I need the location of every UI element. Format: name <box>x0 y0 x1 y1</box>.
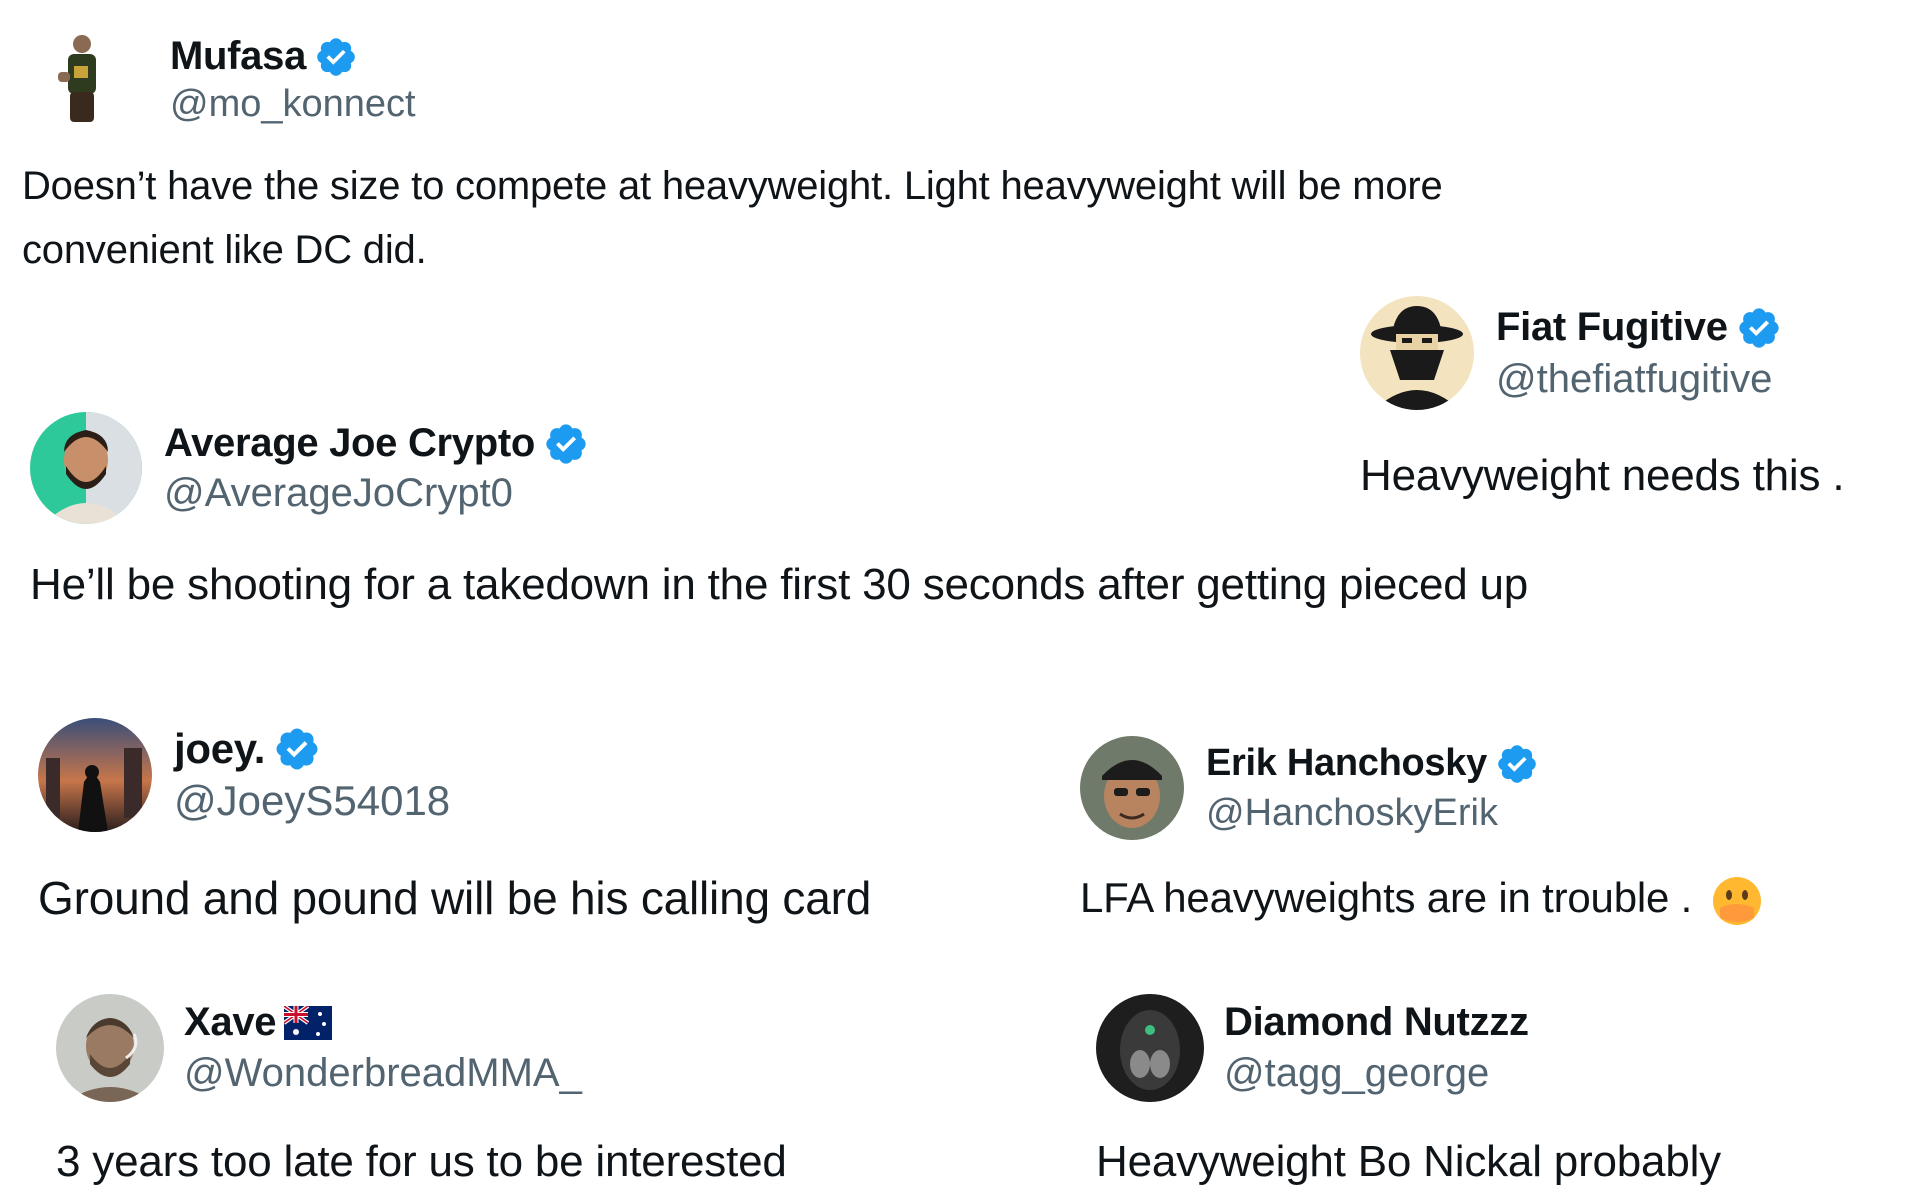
tweet-text-row: LFA heavyweights are in trouble . <box>1080 868 1900 928</box>
tweet-text: 3 years too late for us to be interested <box>56 1137 787 1186</box>
handle[interactable]: @WonderbreadMMA_ <box>184 1051 582 1096</box>
tweet-text: Doesn’t have the size to compete at heav… <box>22 164 1443 272</box>
name-row: Average Joe Crypto <box>164 421 589 467</box>
bearded-man-avatar-icon <box>30 412 142 524</box>
handle[interactable]: @mo_konnect <box>170 83 416 126</box>
name-row: Diamond Nutzzz <box>1224 1000 1529 1045</box>
tweet-erik-hanchosky: Erik Hanchosky @HanchoskyErik LFA heavyw… <box>1080 736 1900 928</box>
avatar[interactable] <box>22 30 122 130</box>
name-row: Fiat Fugitive <box>1496 305 1782 351</box>
tweet-header: Average Joe Crypto @AverageJoCrypt0 <box>30 412 1530 524</box>
name-row: joey. <box>174 725 450 773</box>
smoking-man-avatar-icon <box>56 994 164 1102</box>
display-name[interactable]: Xave <box>184 1000 277 1045</box>
name-row: Erik Hanchosky <box>1206 742 1539 786</box>
avatar[interactable] <box>1096 994 1204 1102</box>
display-name[interactable]: Average Joe Crypto <box>164 421 535 466</box>
avatar[interactable] <box>30 412 142 524</box>
handle[interactable]: @thefiatfugitive <box>1496 357 1782 402</box>
user-info: Xave @WonderbreadMMA_ <box>184 1000 582 1096</box>
tweet-text: LFA heavyweights are in trouble . <box>1080 874 1693 921</box>
display-name[interactable]: Erik Hanchosky <box>1206 742 1487 785</box>
standing-man-avatar-icon <box>22 30 122 130</box>
verified-badge-icon <box>276 728 318 770</box>
user-info: Erik Hanchosky @HanchoskyErik <box>1206 742 1539 835</box>
tweet-text: He’ll be shooting for a takedown in the … <box>30 560 1529 609</box>
tweet-average-joe-crypto: Average Joe Crypto @AverageJoCrypt0 He’l… <box>30 412 1530 618</box>
display-name[interactable]: joey. <box>174 725 265 773</box>
avatar[interactable] <box>1080 736 1184 840</box>
dark-figure-avatar-icon <box>1096 994 1204 1102</box>
user-info: Average Joe Crypto @AverageJoCrypt0 <box>164 421 589 516</box>
tweet-header: Fiat Fugitive @thefiatfugitive <box>1360 296 1920 410</box>
display-name[interactable]: Fiat Fugitive <box>1496 305 1728 350</box>
tweet-diamond-nutzzz: Diamond Nutzzz @tagg_george Heavyweight … <box>1096 994 1916 1192</box>
verified-badge-icon <box>1739 307 1779 348</box>
tweet-text: Ground and pound will be his calling car… <box>38 872 872 924</box>
avatar[interactable] <box>38 718 152 832</box>
user-info: Mufasa @mo_konnect <box>170 34 416 126</box>
verified-badge-icon <box>317 37 355 76</box>
australia-flag-icon <box>284 1005 333 1040</box>
display-name[interactable]: Diamond Nutzzz <box>1224 1000 1529 1045</box>
hand-over-mouth-emoji-icon <box>1712 876 1761 925</box>
user-info: joey. @JoeyS54018 <box>174 725 450 825</box>
masked-cowboy-avatar-icon <box>1360 296 1474 410</box>
tweet-header: Xave @WonderbreadMMA_ <box>56 994 1056 1102</box>
tweet-joey: joey. @JoeyS54018 Ground and pound will … <box>38 718 1038 928</box>
name-row: Xave <box>184 1000 582 1045</box>
tweet-xave: Xave @WonderbreadMMA_ 3 years too late f… <box>56 994 1056 1192</box>
avatar[interactable] <box>56 994 164 1102</box>
tweet-header: Mufasa @mo_konnect <box>22 30 1522 130</box>
tweet-header: Diamond Nutzzz @tagg_george <box>1096 994 1916 1102</box>
handle[interactable]: @HanchoskyErik <box>1206 792 1539 835</box>
tweet-header: Erik Hanchosky @HanchoskyErik <box>1080 736 1900 840</box>
verified-badge-icon <box>546 423 586 464</box>
man-with-cap-avatar-icon <box>1080 736 1184 840</box>
handle[interactable]: @JoeyS54018 <box>174 777 450 825</box>
handle[interactable]: @AverageJoCrypt0 <box>164 471 589 516</box>
name-row: Mufasa <box>170 34 416 79</box>
avatar[interactable] <box>1360 296 1474 410</box>
tweet-mufasa: Mufasa @mo_konnect Doesn’t have the size… <box>22 30 1522 282</box>
handle[interactable]: @tagg_george <box>1224 1051 1529 1096</box>
tweet-header: joey. @JoeyS54018 <box>38 718 1038 832</box>
display-name[interactable]: Mufasa <box>170 34 306 79</box>
user-info: Diamond Nutzzz @tagg_george <box>1224 1000 1529 1096</box>
batman-city-avatar-icon <box>38 718 152 832</box>
verified-badge-icon <box>1498 744 1536 783</box>
tweet-text: Heavyweight Bo Nickal probably <box>1096 1137 1721 1186</box>
user-info: Fiat Fugitive @thefiatfugitive <box>1496 305 1782 402</box>
